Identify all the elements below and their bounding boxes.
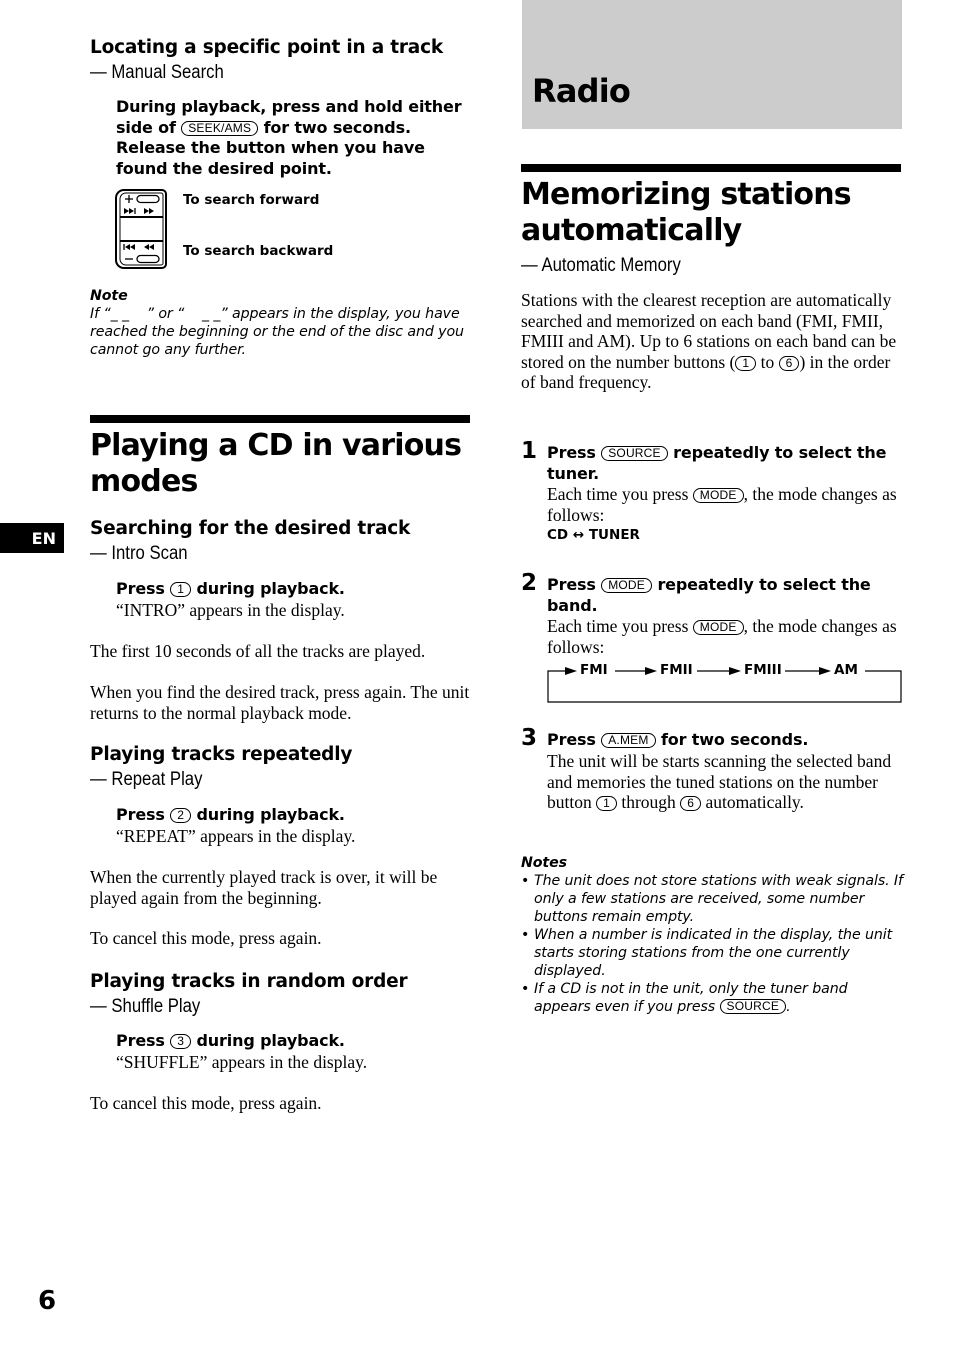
instruction-text: during playback. — [196, 805, 346, 824]
mode-button: MODE — [601, 578, 653, 593]
subheading-shuffle-play: — Shuffle Play — [90, 996, 201, 1017]
body-text: through — [621, 792, 676, 812]
instruction-text: during playback. — [196, 1031, 346, 1050]
band-fmi: FMI — [580, 662, 608, 678]
step-3-body: The unit will be starts scanning the sel… — [547, 751, 905, 813]
flow-item-cd: CD — [547, 527, 569, 543]
paragraph-intro-radio: Stations with the clearest reception are… — [521, 290, 906, 393]
band-am: AM — [834, 662, 858, 678]
instruction-text: for two seconds. — [660, 730, 809, 749]
heading-manual-search: Locating a specific point in a track — [90, 37, 443, 58]
body-text: automatically. — [705, 792, 804, 812]
number-button-3: 3 — [170, 1034, 192, 1049]
mode-button: MODE — [692, 620, 744, 635]
title-line: Playing a CD in various — [90, 428, 462, 463]
note-item: When a number is indicated in the displa… — [521, 926, 906, 980]
subheading-automatic-memory: — Automatic Memory — [521, 255, 681, 276]
radio-title: Radio — [532, 72, 631, 110]
source-button: SOURCE — [601, 446, 668, 461]
paragraph-repeat-1: When the currently played track is over,… — [90, 867, 438, 908]
section-title-memorizing: Memorizing stations automatically — [521, 177, 911, 249]
band-cycle-diagram: FMI FMII FMIII AM — [547, 660, 903, 704]
section-rule — [90, 415, 470, 423]
body-text: Each time you press — [547, 616, 689, 636]
heading-shuffle-play: Playing tracks in random order — [90, 971, 408, 992]
subheading-manual-search: — Manual Search — [90, 62, 224, 83]
display-text-shuffle: “SHUFFLE” appears in the display. — [116, 1052, 368, 1072]
intro-text: to — [756, 351, 779, 372]
source-flow: CD ↔ TUNER — [547, 527, 640, 543]
instruction-manual-search: During playback, press and hold either s… — [116, 97, 466, 179]
title-line: automatically — [521, 213, 742, 248]
number-button-6: 6 — [778, 355, 800, 371]
bidirectional-arrow-icon: ↔ — [572, 527, 585, 543]
instruction-text: during playback. — [196, 579, 346, 598]
press-text: Press — [116, 1031, 165, 1050]
body-text: Each time you press — [547, 484, 689, 504]
instruction-text: repeatedly to select the band. — [547, 575, 871, 615]
title-line: modes — [90, 464, 198, 499]
note-manual-search: Note If “_ _ ” or “ _ _” appears in the … — [90, 287, 470, 359]
note-item: If a CD is not in the unit, only the tun… — [521, 980, 906, 1016]
note-title: Note — [90, 288, 128, 304]
instruction-shuffle-play: Press 3 during playback. — [116, 1031, 345, 1052]
note-text: If a CD is not in the unit, only the tun… — [534, 981, 848, 1015]
step-number-1: 1 — [521, 438, 538, 464]
press-text: Press — [116, 805, 165, 824]
subheading-intro-scan: — Intro Scan — [90, 543, 188, 564]
notes-title: Notes — [521, 855, 567, 871]
number-button-1: 1 — [170, 582, 192, 597]
note-text: If “_ _ ” or “ _ _” appears in the displ… — [90, 306, 469, 358]
amem-button: A.MEM — [601, 733, 656, 748]
instruction-intro-scan: Press 1 during playback. — [116, 579, 345, 600]
press-text: Press — [547, 575, 596, 594]
paragraph-intro-2: When you find the desired track, press a… — [90, 682, 470, 723]
page-number: 6 — [38, 1286, 57, 1316]
paragraph-shuffle-1: To cancel this mode, press again. — [90, 1093, 322, 1113]
language-tab: EN — [0, 523, 64, 553]
step-2-body: Each time you press MODE, the mode chang… — [547, 616, 902, 657]
display-text-repeat: “REPEAT” appears in the display. — [116, 826, 356, 846]
step-1-body: Each time you press MODE, the mode chang… — [547, 484, 902, 525]
band-fmiii: FMIII — [744, 662, 782, 678]
label-search-backward: To search backward — [183, 243, 334, 259]
notes-radio: Notes The unit does not store stations w… — [521, 854, 906, 1016]
note-text: . — [786, 999, 791, 1015]
mode-button: MODE — [692, 488, 744, 503]
press-text: Press — [116, 579, 165, 598]
note-item: The unit does not store stations with we… — [521, 872, 906, 926]
label-search-forward: To search forward — [183, 192, 320, 208]
step-3-instruction: Press A.MEM for two seconds. — [547, 730, 902, 751]
number-button-2: 2 — [170, 808, 192, 823]
press-text: Press — [547, 730, 596, 749]
seek-ams-button-illustration-icon — [114, 188, 168, 270]
band-fmii: FMII — [660, 662, 693, 678]
section-title-cd-modes: Playing a CD in various modes — [90, 428, 480, 500]
instruction-repeat-play: Press 2 during playback. — [116, 805, 345, 826]
notes-list: The unit does not store stations with we… — [521, 872, 906, 1016]
radio-banner: Radio — [522, 0, 902, 129]
instruction-text: repeatedly to select the tuner. — [547, 443, 887, 483]
press-text: Press — [547, 443, 596, 462]
number-button-1: 1 — [735, 355, 757, 371]
subheading-repeat-play: — Repeat Play — [90, 769, 203, 790]
heading-repeat-play: Playing tracks repeatedly — [90, 744, 353, 765]
step-1-instruction: Press SOURCE repeatedly to select the tu… — [547, 443, 902, 484]
paragraph-repeat-2: To cancel this mode, press again. — [90, 928, 322, 948]
seek-ams-button: SEEK/AMS — [181, 120, 259, 136]
title-line: Memorizing stations — [521, 177, 852, 212]
heading-intro-scan: Searching for the desired track — [90, 518, 411, 539]
paragraph-intro-1: The first 10 seconds of all the tracks a… — [90, 641, 426, 661]
number-button-6: 6 — [680, 796, 702, 811]
source-button: SOURCE — [719, 999, 787, 1014]
step-number-2: 2 — [521, 570, 538, 596]
step-number-3: 3 — [521, 725, 538, 751]
number-button-1: 1 — [596, 796, 617, 811]
step-2-instruction: Press MODE repeatedly to select the band… — [547, 575, 902, 616]
flow-item-tuner: TUNER — [588, 527, 640, 543]
section-rule — [521, 164, 901, 172]
display-text-intro: “INTRO” appears in the display. — [116, 600, 345, 620]
